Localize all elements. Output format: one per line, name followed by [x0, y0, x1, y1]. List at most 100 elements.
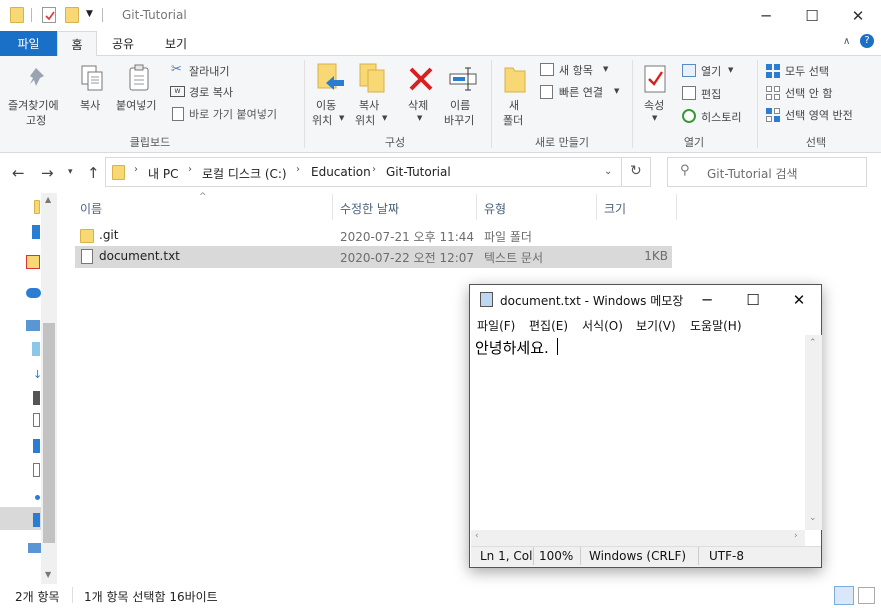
move-to-label[interactable]: 이동	[316, 97, 336, 113]
large-icons-view-icon[interactable]	[858, 587, 875, 604]
details-view-icon[interactable]	[834, 586, 854, 605]
chevron-down-icon[interactable]: ▼	[614, 87, 619, 95]
open-label[interactable]: 열기	[701, 63, 721, 79]
notepad-maximize-button[interactable]: ☐	[730, 285, 776, 314]
history-label[interactable]: 히스토리	[701, 109, 741, 125]
chevron-down-icon[interactable]: ▼	[728, 66, 733, 74]
new-item-label[interactable]: 새 항목	[559, 62, 593, 78]
notepad-close-button[interactable]: ✕	[776, 285, 822, 314]
scroll-down-icon[interactable]: ⌄	[809, 513, 817, 523]
pin-label-2[interactable]: 고정	[26, 112, 46, 128]
notepad-horizontal-scrollbar[interactable]: ‹ ›	[471, 530, 805, 546]
notepad-menu-format[interactable]: 서식(O)	[582, 317, 623, 334]
maximize-button[interactable]: ☐	[789, 0, 835, 31]
tab-home[interactable]: 홈	[57, 31, 97, 57]
tab-share[interactable]: 공유	[100, 31, 146, 56]
forward-arrow-icon[interactable]: →	[41, 164, 54, 182]
documents-icon[interactable]	[33, 413, 40, 427]
minimize-button[interactable]: ─	[743, 0, 789, 31]
chevron-down-icon[interactable]: ⌄	[604, 166, 612, 177]
tab-file[interactable]: 파일	[0, 31, 57, 56]
notepad-minimize-button[interactable]: ─	[684, 285, 730, 314]
cut-label[interactable]: 잘라내기	[189, 63, 229, 79]
downloads-icon[interactable]: ↓	[33, 368, 42, 382]
breadcrumb-local-disk[interactable]: 로컬 디스크 (C:)	[202, 165, 287, 182]
quick-access-icon[interactable]	[34, 200, 40, 214]
chevron-down-icon[interactable]: ▼	[417, 114, 422, 122]
search-box[interactable]: ⚲ Git-Tutorial 검색	[667, 157, 867, 187]
file-row[interactable]: document.txt 2020-07-22 오전 12:07 텍스트 문서 …	[75, 246, 672, 268]
divider[interactable]	[476, 194, 477, 220]
scroll-left-icon[interactable]: ‹	[475, 531, 479, 541]
onedrive-icon[interactable]	[26, 288, 41, 298]
music-icon[interactable]	[33, 463, 40, 477]
paste-shortcut-label[interactable]: 바로 가기 붙여넣기	[189, 106, 277, 122]
copy-to-label-2[interactable]: 위치	[355, 112, 375, 128]
column-header-name[interactable]: 이름	[80, 200, 102, 217]
rename-label[interactable]: 이름	[450, 97, 470, 113]
help-icon[interactable]: ?	[860, 34, 874, 48]
videos-icon[interactable]	[33, 391, 40, 405]
invert-selection-label[interactable]: 선택 영역 반전	[785, 107, 853, 123]
pin-label[interactable]: 즐겨찾기에	[8, 97, 59, 113]
chevron-right-icon[interactable]: ›	[372, 164, 376, 175]
scroll-up-icon[interactable]: ▲	[45, 195, 51, 204]
tab-view[interactable]: 보기	[150, 31, 202, 56]
customize-quick-access-icon[interactable]: ▼	[86, 9, 93, 19]
up-arrow-icon[interactable]: ↑	[87, 164, 100, 182]
column-header-size[interactable]: 크기	[604, 200, 626, 217]
recent-locations-chevron-icon[interactable]: ▾	[68, 167, 73, 177]
divider[interactable]	[332, 194, 333, 220]
notepad-menu-edit[interactable]: 편집(E)	[529, 317, 568, 334]
chevron-up-icon[interactable]: ∧	[843, 36, 850, 47]
scroll-right-icon[interactable]: ›	[794, 531, 798, 541]
new-folder-icon[interactable]	[65, 7, 79, 23]
rename-label-2[interactable]: 바꾸기	[444, 112, 474, 128]
notepad-menu-file[interactable]: 파일(F)	[477, 317, 515, 334]
column-header-modified[interactable]: 수정한 날짜	[340, 200, 399, 217]
select-all-label[interactable]: 모두 선택	[785, 63, 829, 79]
edit-label[interactable]: 편집	[701, 86, 721, 102]
scroll-down-icon[interactable]: ▼	[45, 570, 51, 579]
divider[interactable]	[596, 194, 597, 220]
properties-label[interactable]: 속성	[644, 97, 664, 113]
new-folder-label[interactable]: 새	[509, 97, 519, 113]
local-disk-icon[interactable]	[33, 513, 40, 527]
notepad-text-area[interactable]: 안녕하세요.	[471, 335, 805, 530]
chevron-down-icon[interactable]: ▼	[603, 65, 608, 73]
notepad-vertical-scrollbar[interactable]: ⌃ ⌄	[805, 335, 822, 530]
breadcrumb-education[interactable]: Education	[311, 165, 371, 179]
scroll-up-icon[interactable]: ⌃	[809, 338, 817, 348]
copy-path-label[interactable]: 경로 복사	[189, 84, 233, 100]
refresh-button[interactable]: ↻	[622, 157, 651, 187]
notepad-menu-help[interactable]: 도움말(H)	[690, 317, 742, 334]
chevron-down-icon[interactable]: ▼	[382, 114, 387, 122]
copy-to-label[interactable]: 복사	[359, 97, 379, 113]
chevron-right-icon[interactable]: ›	[296, 164, 300, 175]
3d-objects-icon[interactable]	[32, 342, 40, 356]
chevron-right-icon[interactable]: ›	[134, 164, 138, 175]
this-pc-icon[interactable]	[26, 320, 40, 331]
onedrive-folder-icon[interactable]	[26, 255, 40, 269]
easy-access-label[interactable]: 빠른 연결	[559, 84, 603, 100]
move-to-label-2[interactable]: 위치	[312, 112, 332, 128]
desktop-icon[interactable]	[32, 225, 40, 239]
scrollbar-thumb[interactable]	[43, 323, 55, 543]
sidebar-scrollbar[interactable]: ▲ ▼	[41, 193, 57, 585]
delete-label[interactable]: 삭제	[408, 97, 428, 113]
column-header-type[interactable]: 유형	[484, 200, 506, 217]
file-row[interactable]: .git 2020-07-21 오후 11:44 파일 폴더	[75, 225, 672, 247]
address-bar[interactable]: › 내 PC › 로컬 디스크 (C:) › Education › Git-T…	[105, 157, 622, 187]
divider[interactable]	[676, 194, 677, 220]
network-icon[interactable]	[28, 543, 42, 553]
chevron-right-icon[interactable]: ›	[188, 164, 192, 175]
copy-label[interactable]: 복사	[80, 97, 100, 113]
new-folder-label-2[interactable]: 폴더	[503, 112, 523, 128]
properties-icon[interactable]	[42, 7, 56, 23]
notepad-menu-view[interactable]: 보기(V)	[636, 317, 676, 334]
network-dot-icon[interactable]	[35, 495, 40, 500]
breadcrumb-this-pc[interactable]: 내 PC	[148, 165, 178, 182]
chevron-down-icon[interactable]: ▼	[339, 114, 344, 122]
select-none-label[interactable]: 선택 안 함	[785, 85, 832, 101]
breadcrumb-git-tutorial[interactable]: Git-Tutorial	[386, 165, 451, 179]
